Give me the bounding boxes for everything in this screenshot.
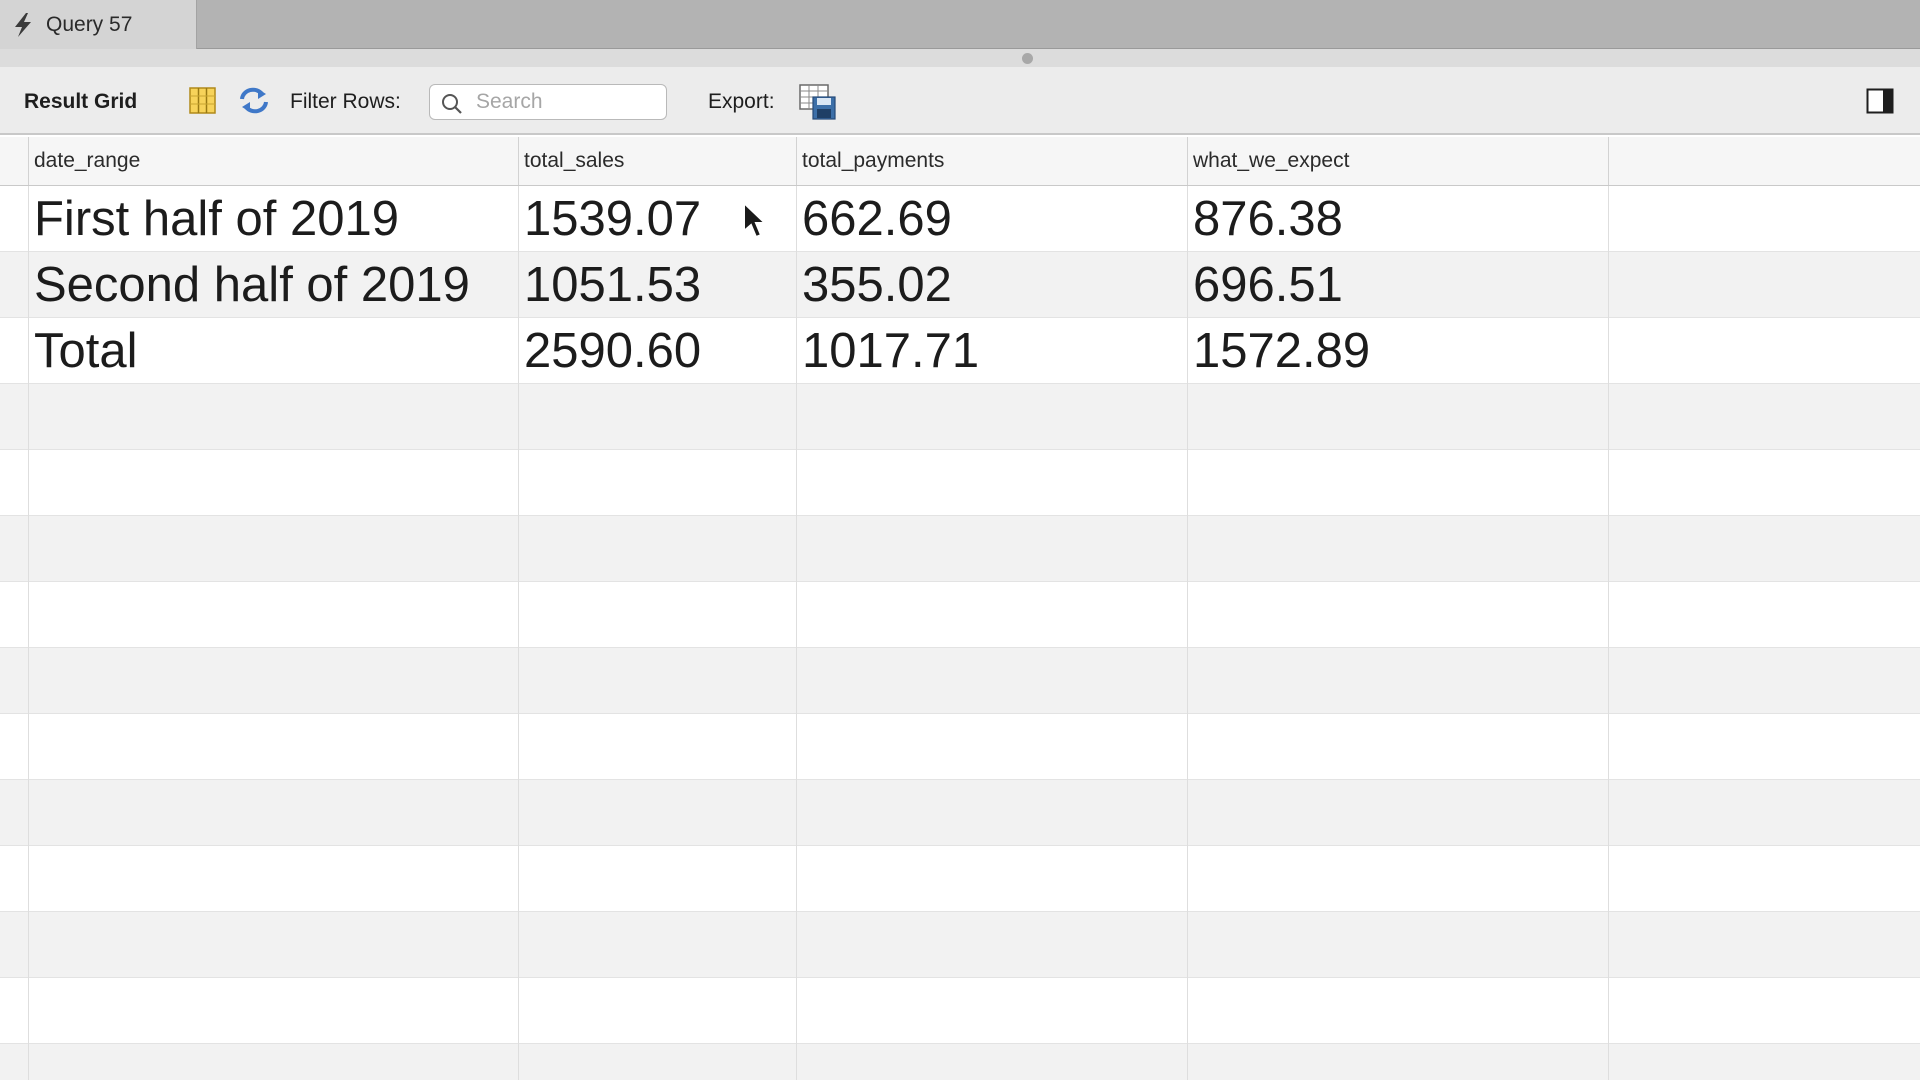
empty-cell (1609, 318, 1920, 384)
empty-row (0, 582, 1920, 648)
table-cell[interactable]: 2590.60 (519, 318, 797, 384)
side-panel-toggle-icon[interactable] (1866, 88, 1894, 114)
row-marker[interactable] (0, 252, 29, 318)
table-cell[interactable]: Second half of 2019 (29, 252, 519, 318)
empty-row (0, 450, 1920, 516)
empty-row (0, 516, 1920, 582)
table-cell[interactable]: 355.02 (797, 252, 1188, 318)
splitter-grip-icon[interactable] (1022, 53, 1033, 64)
result-toolbar: Result Grid Filter Rows: Export: (0, 67, 1920, 135)
tab-bar: Query 57 (0, 0, 1920, 49)
grid-header: date_range total_sales total_payments wh… (0, 137, 1920, 186)
row-number-header (0, 137, 29, 185)
table-cell[interactable]: 1051.53 (519, 252, 797, 318)
search-icon (442, 94, 462, 114)
result-grid: date_range total_sales total_payments wh… (0, 137, 1920, 1080)
empty-row (0, 780, 1920, 846)
row-marker[interactable] (0, 318, 29, 384)
export-save-icon[interactable] (799, 84, 837, 120)
search-input[interactable] (474, 89, 662, 115)
table-cell[interactable]: 876.38 (1188, 186, 1609, 252)
lightning-bolt-icon (15, 12, 31, 37)
export-label: Export: (708, 90, 775, 113)
column-header[interactable]: total_sales (519, 137, 797, 185)
table-row[interactable]: First half of 2019 1539.07 662.69 876.38 (0, 186, 1920, 252)
refresh-icon[interactable] (238, 86, 270, 115)
table-cell[interactable]: 662.69 (797, 186, 1188, 252)
search-field[interactable] (429, 84, 667, 120)
row-marker[interactable] (0, 186, 29, 252)
empty-row (0, 384, 1920, 450)
empty-row (0, 978, 1920, 1044)
table-cell[interactable]: 1572.89 (1188, 318, 1609, 384)
table-cell[interactable]: 1017.71 (797, 318, 1188, 384)
result-grid-label[interactable]: Result Grid (24, 90, 137, 114)
tab-label: Query 57 (46, 12, 133, 36)
empty-cell (1609, 252, 1920, 318)
column-grid-icon[interactable] (189, 87, 216, 114)
empty-header (1609, 137, 1920, 185)
empty-row (0, 714, 1920, 780)
tab-query[interactable]: Query 57 (0, 0, 197, 49)
filter-rows-label: Filter Rows: (290, 90, 401, 113)
empty-row (0, 912, 1920, 978)
table-cell[interactable]: Total (29, 318, 519, 384)
table-row[interactable]: Total 2590.60 1017.71 1572.89 (0, 318, 1920, 384)
empty-row (0, 846, 1920, 912)
empty-row (0, 1044, 1920, 1080)
column-header[interactable]: total_payments (797, 137, 1188, 185)
panel-splitter[interactable] (0, 49, 1920, 67)
empty-row (0, 648, 1920, 714)
table-cell[interactable]: First half of 2019 (29, 186, 519, 252)
column-header[interactable]: date_range (29, 137, 519, 185)
column-header[interactable]: what_we_expect (1188, 137, 1609, 185)
table-cell[interactable]: 696.51 (1188, 252, 1609, 318)
table-row[interactable]: Second half of 2019 1051.53 355.02 696.5… (0, 252, 1920, 318)
empty-cell (1609, 186, 1920, 252)
mouse-cursor-icon (743, 201, 768, 239)
